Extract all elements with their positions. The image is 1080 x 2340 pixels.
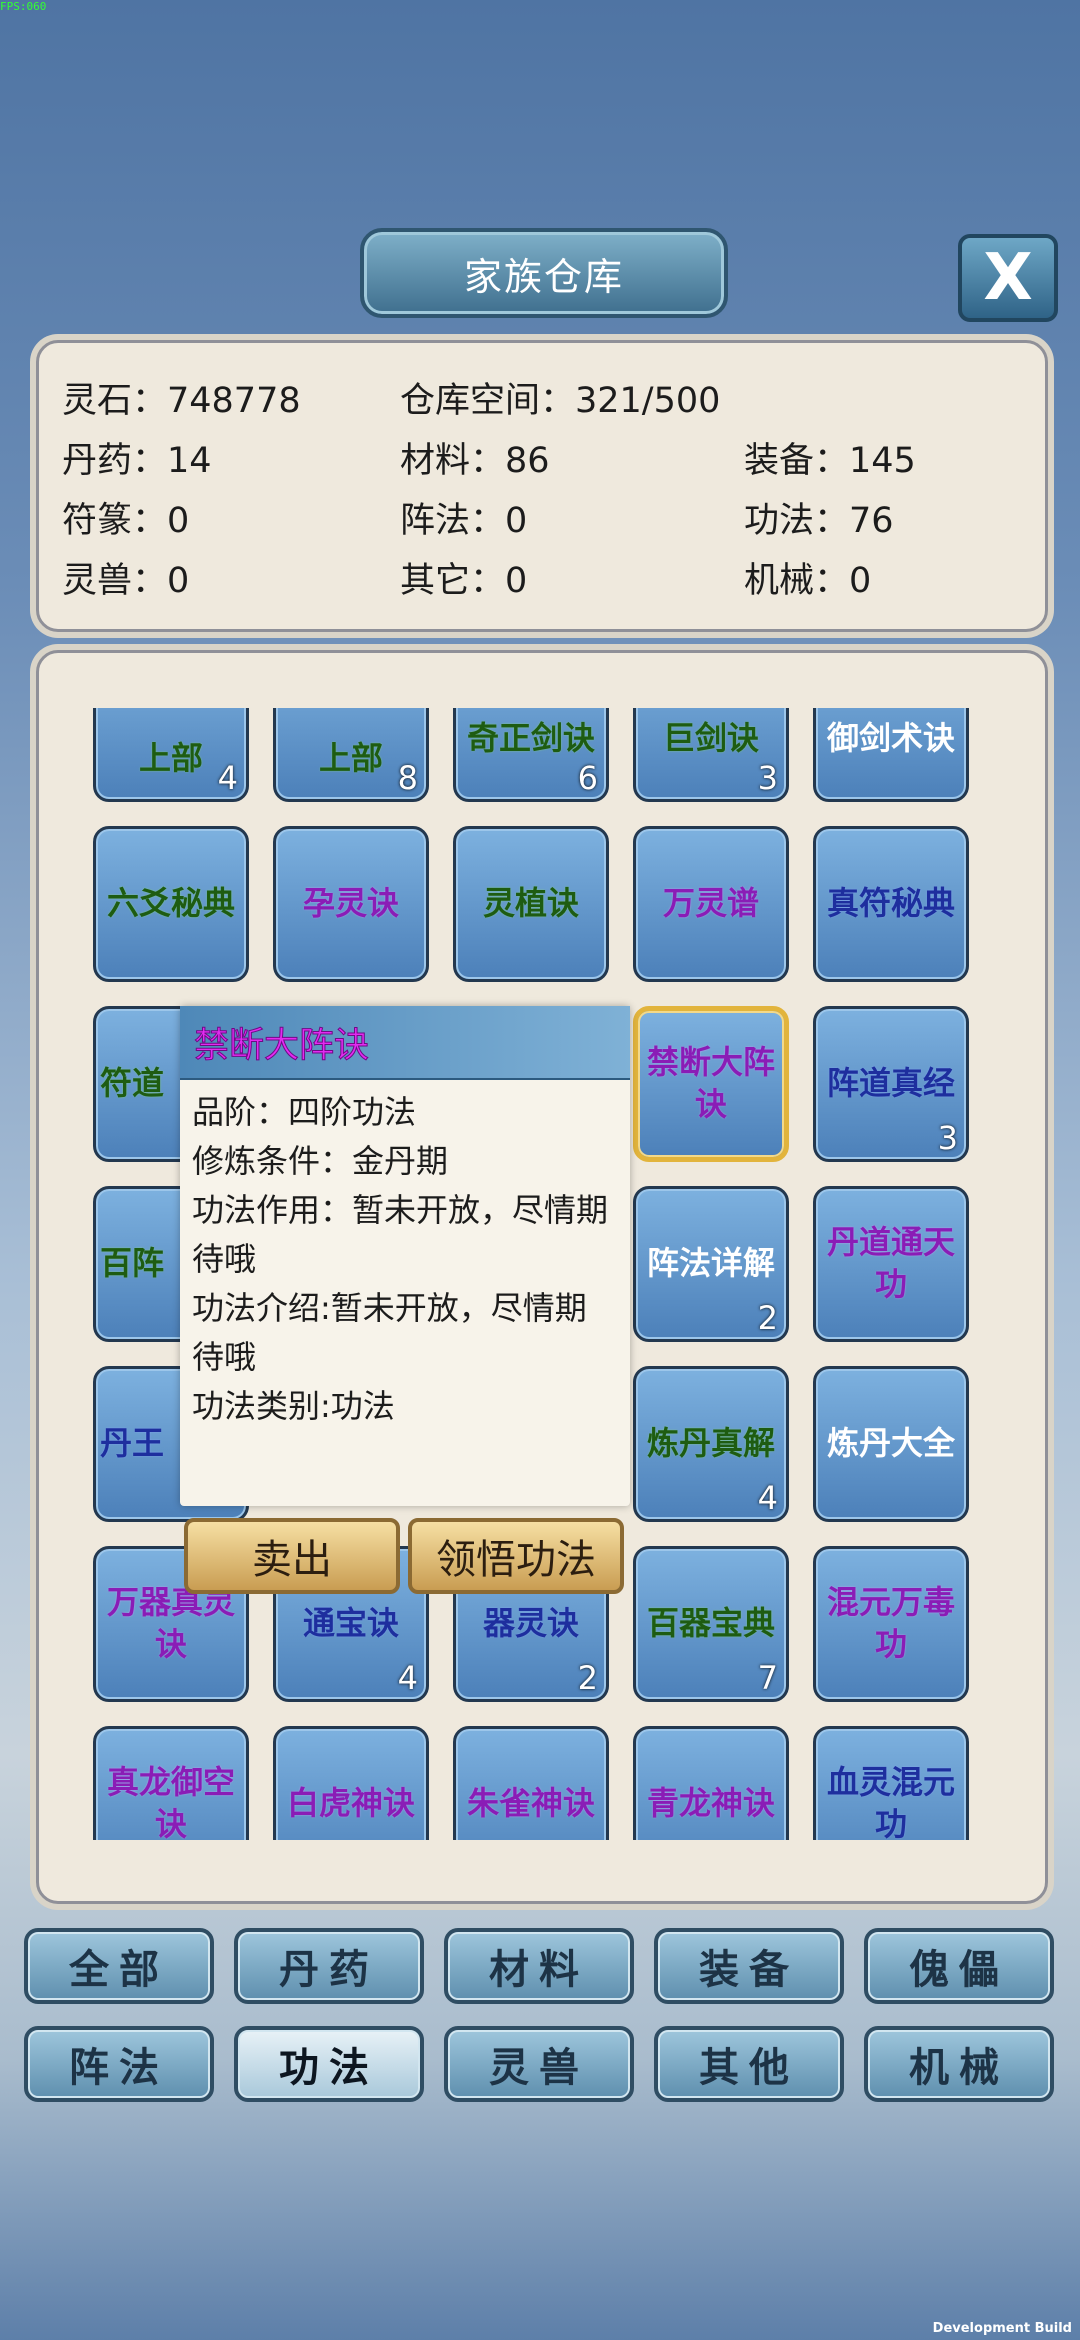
item-name: 血灵混元功 — [826, 1763, 955, 1840]
item-count: 2 — [577, 1659, 598, 1697]
item-cell[interactable]: 灵植诀 — [453, 826, 609, 982]
item-name: 混元万毒功 — [826, 1583, 955, 1664]
tab-label: 全部 — [69, 1947, 169, 1993]
tab-beasts[interactable]: 灵兽 — [444, 2026, 634, 2102]
item-count: 4 — [217, 759, 238, 797]
tab-formations[interactable]: 阵法 — [24, 2026, 214, 2102]
development-build-label: Development Build — [932, 2321, 1072, 2336]
item-cell[interactable]: 炼丹大全 — [813, 1366, 969, 1522]
item-cell[interactable]: 炼丹真解 4 — [633, 1366, 789, 1522]
item-cell[interactable]: 血灵混元功 — [813, 1726, 969, 1840]
popup-grade: 品阶：四阶功法 — [192, 1093, 417, 1131]
tab-equipment[interactable]: 装备 — [654, 1928, 844, 2004]
item-cell[interactable]: 百器宝典 7 — [633, 1546, 789, 1702]
item-name: 青龙神诀 — [646, 1784, 775, 1823]
item-cell[interactable]: 巨剑诀 3 — [633, 708, 789, 802]
tab-label: 丹药 — [279, 1947, 379, 1993]
stat-storage: 仓库空间：321/500 — [400, 381, 721, 421]
item-cell[interactable]: 真龙御空诀 — [93, 1726, 249, 1840]
item-cell[interactable]: 阵道真经 3 — [813, 1006, 969, 1162]
stat-talismans: 符篆：0 — [62, 501, 190, 541]
sell-label: 卖出 — [252, 1537, 332, 1583]
stat-pills: 丹药：14 — [62, 441, 212, 481]
stat-others: 其它：0 — [400, 561, 528, 601]
item-name: 御剑术诀 — [826, 719, 955, 758]
fps-counter: FPS:060 — [0, 0, 47, 13]
item-cell[interactable]: 孕灵诀 — [273, 826, 429, 982]
item-cell-selected[interactable]: 禁断大阵诀 — [633, 1006, 789, 1162]
item-name: 朱雀神诀 — [466, 1784, 595, 1823]
item-name: 六爻秘典 — [106, 884, 235, 923]
item-cell[interactable]: 白虎神诀 — [273, 1726, 429, 1840]
item-name: 孕灵诀 — [302, 884, 399, 923]
stat-beasts: 灵兽：0 — [62, 561, 190, 601]
item-name: 万灵谱 — [662, 884, 759, 923]
item-cell[interactable]: 万灵谱 — [633, 826, 789, 982]
learn-technique-label: 领悟功法 — [436, 1537, 596, 1583]
tab-puppets[interactable]: 傀儡 — [864, 1928, 1054, 2004]
stat-spirit-stone: 灵石：748778 — [62, 381, 301, 421]
item-name: 白虎神诀 — [286, 1784, 415, 1823]
item-cell[interactable]: 青龙神诀 — [633, 1726, 789, 1840]
item-count: 8 — [397, 759, 418, 797]
tab-label: 功法 — [279, 2045, 379, 2091]
item-name: 丹道通天功 — [826, 1223, 955, 1304]
popup-requirement: 修炼条件：金丹期 — [192, 1142, 449, 1180]
item-count: 6 — [577, 759, 598, 797]
item-count: 4 — [757, 1479, 778, 1517]
tab-all[interactable]: 全部 — [24, 1928, 214, 2004]
learn-technique-button[interactable]: 领悟功法 — [408, 1518, 624, 1594]
item-cell[interactable]: 上部 4 — [93, 708, 249, 802]
stat-formations: 阵法：0 — [400, 501, 528, 541]
tab-pills[interactable]: 丹药 — [234, 1928, 424, 2004]
popup-body: 品阶：四阶功法 修炼条件：金丹期 功法作用：暂未开放，尽情期待哦 功法介绍:暂未… — [180, 1080, 630, 1439]
item-cell[interactable]: 真符秘典 — [813, 826, 969, 982]
item-cell[interactable]: 御剑术诀 — [813, 708, 969, 802]
popup-effect: 功法作用：暂未开放，尽情期待哦 — [192, 1191, 609, 1278]
popup-title-bar: 禁断大阵诀 — [180, 1006, 630, 1080]
tab-label: 装备 — [699, 1947, 799, 1993]
item-count: 3 — [757, 759, 778, 797]
page-title: 家族仓库 — [463, 254, 624, 299]
close-icon: X — [983, 241, 1033, 315]
item-name: 禁断大阵诀 — [646, 1043, 775, 1124]
close-button[interactable]: X — [958, 234, 1058, 322]
tab-label: 阵法 — [69, 2045, 169, 2091]
item-name: 炼丹大全 — [826, 1424, 955, 1463]
tab-others[interactable]: 其他 — [654, 2026, 844, 2102]
tab-materials[interactable]: 材料 — [444, 1928, 634, 2004]
item-count: 2 — [757, 1299, 778, 1337]
item-cell[interactable]: 上部 8 — [273, 708, 429, 802]
item-cell[interactable]: 朱雀神诀 — [453, 1726, 609, 1840]
item-count: 4 — [397, 1659, 418, 1697]
item-cell[interactable]: 六爻秘典 — [93, 826, 249, 982]
item-count: 3 — [937, 1119, 958, 1157]
tab-label: 傀儡 — [909, 1947, 1009, 1993]
popup-intro: 功法介绍:暂未开放，尽情期待哦 — [192, 1289, 587, 1376]
sell-button[interactable]: 卖出 — [184, 1518, 400, 1594]
stat-machines: 机械：0 — [744, 561, 872, 601]
item-name: 真龙御空诀 — [106, 1763, 235, 1840]
stat-materials: 材料：86 — [400, 441, 550, 481]
tab-machines[interactable]: 机械 — [864, 2026, 1054, 2102]
tab-techniques[interactable]: 功法 — [234, 2026, 424, 2102]
item-count: 7 — [757, 1659, 778, 1697]
item-detail-popup: 禁断大阵诀 品阶：四阶功法 修炼条件：金丹期 功法作用：暂未开放，尽情期待哦 功… — [180, 1006, 630, 1506]
popup-category: 功法类别:功法 — [192, 1387, 395, 1425]
tab-label: 灵兽 — [489, 2045, 589, 2091]
item-cell[interactable]: 阵法详解 2 — [633, 1186, 789, 1342]
stat-equipment: 装备：145 — [744, 441, 916, 481]
page-title-banner: 家族仓库 — [360, 228, 728, 318]
tab-label: 其他 — [699, 2045, 799, 2091]
item-cell[interactable]: 混元万毒功 — [813, 1546, 969, 1702]
item-name: 灵植诀 — [482, 884, 579, 923]
tab-label: 材料 — [489, 1947, 589, 1993]
item-name: 真符秘典 — [826, 884, 955, 923]
popup-title: 禁断大阵诀 — [193, 1025, 370, 1066]
item-cell[interactable]: 奇正剑诀 6 — [453, 708, 609, 802]
tab-label: 机械 — [909, 2045, 1009, 2091]
stat-techniques: 功法：76 — [744, 501, 894, 541]
item-cell[interactable]: 丹道通天功 — [813, 1186, 969, 1342]
